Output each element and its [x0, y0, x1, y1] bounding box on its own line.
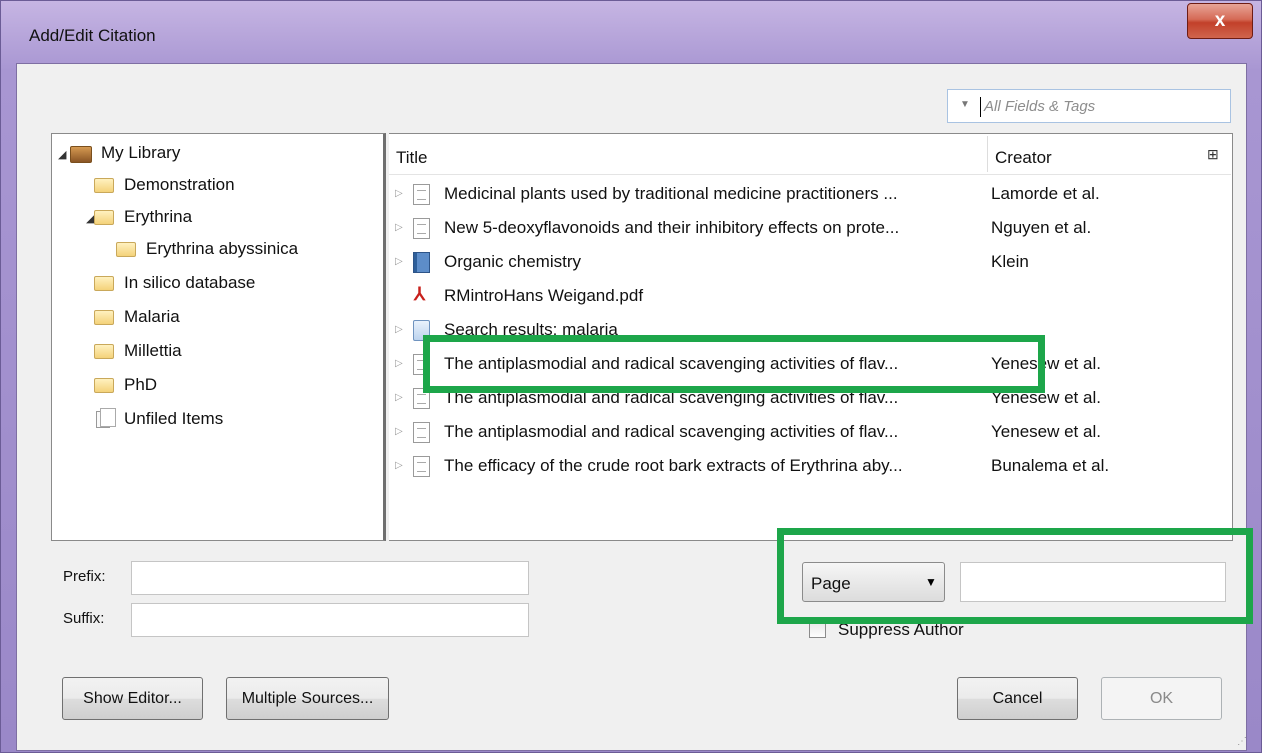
- suffix-label: Suffix:: [63, 610, 105, 627]
- expander-icon[interactable]: ▷: [395, 324, 403, 335]
- column-divider[interactable]: [987, 136, 988, 172]
- pdf-icon: ⅄: [414, 284, 425, 304]
- folder-icon: [94, 378, 114, 393]
- items-header: Title Creator ⊞: [389, 134, 1231, 175]
- title-bar[interactable]: Add/Edit Citation x: [1, 1, 1261, 63]
- text-caret: [980, 97, 981, 117]
- add-edit-citation-dialog: Add/Edit Citation x ▼ All Fields & Tags …: [0, 0, 1262, 753]
- tree-item-label: Erythrina abyssinica: [146, 239, 299, 258]
- library-icon: [70, 146, 92, 163]
- item-creator: Yenesew et al.: [991, 422, 1101, 441]
- folder-icon: [94, 344, 114, 359]
- tree-item-label: Millettia: [124, 341, 182, 360]
- tree-item-label: Erythrina: [124, 207, 193, 226]
- column-header-creator[interactable]: Creator: [995, 148, 1052, 168]
- cancel-button[interactable]: Cancel: [957, 677, 1078, 720]
- search-placeholder: All Fields & Tags: [984, 98, 1096, 115]
- item-row[interactable]: ▷ New 5-deoxyflavonoids and their inhibi…: [389, 211, 1231, 245]
- item-title: Organic chemistry: [444, 252, 581, 271]
- tree-item-label: Unfiled Items: [124, 409, 224, 428]
- close-button[interactable]: x: [1187, 3, 1253, 39]
- item-row[interactable]: ▷ Medicinal plants used by traditional m…: [389, 177, 1231, 211]
- window-title: Add/Edit Citation: [29, 26, 156, 45]
- show-editor-button[interactable]: Show Editor...: [62, 677, 203, 720]
- folder-icon: [94, 310, 114, 325]
- item-row[interactable]: ▷ Organic chemistry Klein: [389, 245, 1231, 279]
- folder-icon: [94, 276, 114, 291]
- search-field[interactable]: ▼ All Fields & Tags: [947, 89, 1231, 123]
- item-row[interactable]: ▷ The antiplasmodial and radical scaveng…: [389, 415, 1231, 449]
- document-icon: [413, 218, 430, 239]
- ok-button[interactable]: OK: [1101, 677, 1222, 720]
- expander-icon[interactable]: ▷: [395, 392, 403, 403]
- item-title: The efficacy of the crude root bark extr…: [444, 456, 903, 475]
- unfiled-icon: [96, 408, 116, 428]
- expander-icon[interactable]: ▷: [395, 460, 403, 471]
- prefix-field[interactable]: [131, 561, 529, 595]
- prefix-label: Prefix:: [63, 568, 106, 585]
- tree-item-label: PhD: [124, 375, 158, 394]
- item-title: The antiplasmodial and radical scavengin…: [444, 422, 899, 441]
- document-icon: [413, 456, 430, 477]
- tree-item-label: Demonstration: [124, 175, 235, 194]
- multiple-sources-button[interactable]: Multiple Sources...: [226, 677, 389, 720]
- item-creator: Lamorde et al.: [991, 184, 1100, 203]
- collections-tree[interactable]: ◢ My Library Demonstration ◢ Erythrina E…: [51, 133, 386, 541]
- expander-icon[interactable]: ▷: [395, 256, 403, 267]
- expander-icon[interactable]: ◢: [58, 148, 66, 161]
- book-icon: [413, 252, 430, 273]
- item-creator: Klein: [991, 252, 1029, 271]
- search-mode-dropdown-icon[interactable]: ▼: [960, 99, 970, 110]
- tree-item-label: My Library: [101, 143, 181, 162]
- item-creator: Nguyen et al.: [991, 218, 1092, 237]
- item-creator: Bunalema et al.: [991, 456, 1110, 475]
- document-icon: [413, 184, 430, 205]
- item-title: New 5-deoxyflavonoids and their inhibito…: [444, 218, 900, 237]
- folder-icon: [94, 210, 114, 225]
- highlight-box-locator: [777, 528, 1253, 624]
- folder-icon: [94, 178, 114, 193]
- folder-icon: [116, 242, 136, 257]
- expander-icon[interactable]: ▷: [395, 426, 403, 437]
- item-row[interactable]: ⅄ RMintroHans Weigand.pdf: [389, 279, 1231, 313]
- document-icon: [413, 422, 430, 443]
- suffix-field[interactable]: [131, 603, 529, 637]
- tree-item-label: In silico database: [124, 273, 256, 292]
- resize-grip-icon[interactable]: ⋰: [1237, 736, 1247, 747]
- column-picker-icon[interactable]: ⊞: [1207, 146, 1219, 163]
- close-icon: x: [1214, 10, 1226, 31]
- item-title: Medicinal plants used by traditional med…: [444, 184, 898, 203]
- item-title: RMintroHans Weigand.pdf: [444, 286, 644, 305]
- item-row[interactable]: ▷ The efficacy of the crude root bark ex…: [389, 449, 1231, 483]
- expander-icon[interactable]: ▷: [395, 222, 403, 233]
- tree-item-label: Malaria: [124, 307, 180, 326]
- expander-icon[interactable]: ▷: [395, 188, 403, 199]
- column-header-title[interactable]: Title: [396, 148, 428, 168]
- highlight-box-item: [423, 335, 1045, 393]
- expander-icon[interactable]: ▷: [395, 358, 403, 369]
